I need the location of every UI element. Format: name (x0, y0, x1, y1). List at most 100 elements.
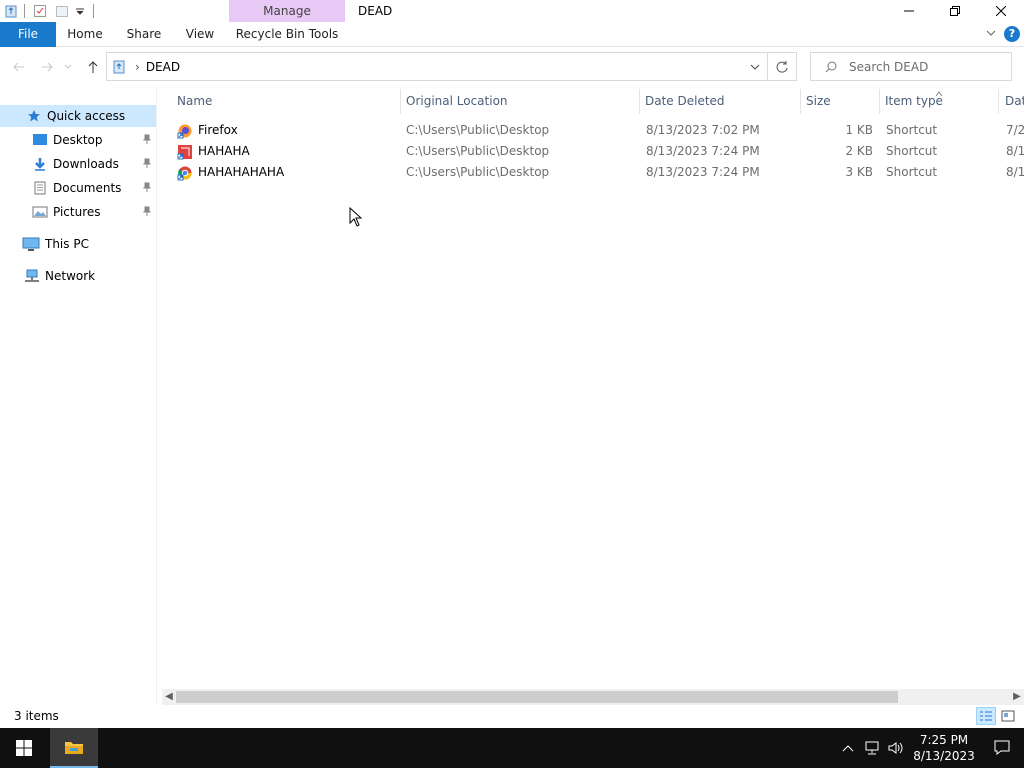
item-type: Shortcut (886, 144, 938, 158)
file-name-cell: Firefox (177, 120, 397, 141)
details-view-icon (980, 711, 992, 721)
network-status-icon[interactable] (860, 728, 884, 768)
tab-file[interactable]: File (0, 22, 56, 47)
breadcrumb-chevron-icon: › (135, 59, 140, 74)
large-icons-view-button[interactable] (998, 707, 1018, 725)
chevron-down-icon (64, 64, 72, 69)
pin-icon[interactable] (142, 205, 152, 219)
up-button[interactable] (84, 58, 102, 76)
restore-button[interactable] (932, 0, 978, 22)
date-modified: 7/2 (1006, 123, 1024, 137)
scroll-left-arrow-icon[interactable]: ◀ (162, 689, 176, 705)
ribbon-right-controls: ? (986, 26, 1020, 42)
mouse-cursor-icon (349, 207, 363, 227)
download-arrow-icon (32, 156, 48, 172)
quick-access-toolbar (0, 0, 94, 22)
up-arrow-icon (88, 61, 98, 73)
nav-downloads[interactable]: Downloads (0, 153, 156, 175)
search-input[interactable]: Search DEAD (810, 52, 1012, 81)
toolbar-separator (24, 4, 25, 18)
back-button[interactable] (10, 58, 28, 76)
address-bar[interactable]: › DEAD (106, 52, 768, 81)
item-type: Shortcut (886, 165, 938, 179)
taskbar-clock[interactable]: 7:25 PM 8/13/2023 (908, 732, 980, 764)
nav-this-pc[interactable]: This PC (0, 233, 156, 255)
forward-button[interactable] (38, 58, 56, 76)
column-header-name[interactable]: Name (171, 87, 399, 116)
nav-quick-access[interactable]: Quick access (0, 105, 156, 127)
properties-icon[interactable] (33, 4, 47, 18)
file-explorer-taskbar-button[interactable] (50, 728, 98, 768)
horizontal-scrollbar[interactable]: ◀ ▶ (162, 689, 1024, 705)
table-row[interactable]: HAHAHA C:\Users\Public\Desktop 8/13/2023… (157, 141, 1024, 162)
nav-network-label: Network (45, 269, 96, 283)
refresh-button[interactable] (768, 52, 797, 81)
pin-icon[interactable] (142, 157, 152, 171)
expand-ribbon-icon[interactable] (986, 27, 996, 41)
ribbon-tabs: File Home Share View Recycle Bin Tools ? (0, 22, 1024, 47)
clock-date: 8/13/2023 (913, 749, 975, 763)
nav-desktop-label: Desktop (53, 133, 103, 147)
window-controls (886, 0, 1024, 22)
show-hidden-icons-chevron-up-icon[interactable] (836, 728, 860, 768)
system-tray: 7:25 PM 8/13/2023 (836, 728, 1024, 768)
tab-home[interactable]: Home (62, 22, 108, 47)
title-bar: Manage DEAD (0, 0, 1024, 22)
search-icon (825, 61, 837, 73)
details-view-button[interactable] (976, 707, 996, 725)
tab-recycle-bin-tools[interactable]: Recycle Bin Tools (229, 22, 345, 47)
recycle-bin-app-icon[interactable] (4, 4, 18, 18)
file-size: 3 KB (845, 165, 873, 179)
desktop-icon (32, 132, 48, 148)
action-center-button[interactable] (980, 728, 1024, 768)
scroll-right-arrow-icon[interactable]: ▶ (1010, 689, 1024, 705)
clock-time: 7:25 PM (919, 733, 969, 747)
nav-desktop[interactable]: Desktop (0, 129, 156, 151)
recent-locations-button[interactable] (62, 58, 74, 76)
help-icon[interactable]: ? (1004, 26, 1020, 42)
original-location: C:\Users\Public\Desktop (406, 165, 550, 179)
scrollbar-thumb[interactable] (176, 691, 898, 703)
pin-icon[interactable] (142, 133, 152, 147)
nav-documents[interactable]: Documents (0, 177, 156, 199)
file-size: 1 KB (845, 123, 873, 137)
navigation-pane: Quick access Desktop Downloads Documents… (0, 87, 157, 705)
customize-toolbar-dropdown-icon[interactable] (73, 4, 87, 18)
file-name-cell: HAHAHAHAHA (177, 162, 397, 183)
back-arrow-icon (13, 62, 24, 72)
minimize-button[interactable] (886, 0, 932, 22)
new-folder-icon[interactable] (55, 4, 69, 18)
table-row[interactable]: Firefox C:\Users\Public\Desktop 8/13/202… (157, 120, 1024, 141)
manage-context-tab[interactable]: Manage (229, 0, 345, 22)
forward-arrow-icon (42, 62, 53, 72)
date-deleted: 8/13/2023 7:02 PM (646, 123, 760, 137)
notification-icon (994, 740, 1010, 755)
tab-view[interactable]: View (180, 22, 220, 47)
pin-icon[interactable] (142, 181, 152, 195)
address-dropdown-icon[interactable] (749, 61, 761, 76)
tab-share[interactable]: Share (122, 22, 166, 47)
star-icon (26, 108, 42, 124)
nav-network[interactable]: Network (0, 265, 156, 287)
firefox-shortcut-icon (177, 123, 193, 139)
close-button[interactable] (978, 0, 1024, 22)
table-row[interactable]: HAHAHAHAHA C:\Users\Public\Desktop 8/13/… (157, 162, 1024, 183)
nav-pictures[interactable]: Pictures (0, 201, 156, 223)
documents-icon (32, 180, 48, 196)
toolbar-separator (93, 4, 94, 18)
chrome-shortcut-icon (177, 165, 193, 181)
file-name: HAHAHA (198, 144, 250, 158)
folder-icon (65, 742, 83, 754)
nav-quick-access-label: Quick access (47, 109, 126, 123)
nav-this-pc-label: This PC (45, 237, 89, 251)
volume-icon[interactable] (884, 728, 908, 768)
breadcrumb-dead[interactable]: DEAD (146, 60, 180, 74)
file-name: HAHAHAHAHA (198, 165, 285, 179)
column-header-original-location[interactable]: Original Location (400, 87, 638, 116)
computer-icon (22, 236, 40, 252)
column-header-date[interactable]: Dat (999, 87, 1024, 116)
start-button[interactable] (0, 728, 48, 768)
nav-pictures-label: Pictures (53, 205, 101, 219)
column-header-size[interactable]: Size (800, 87, 878, 116)
column-header-date-deleted[interactable]: Date Deleted (639, 87, 799, 116)
